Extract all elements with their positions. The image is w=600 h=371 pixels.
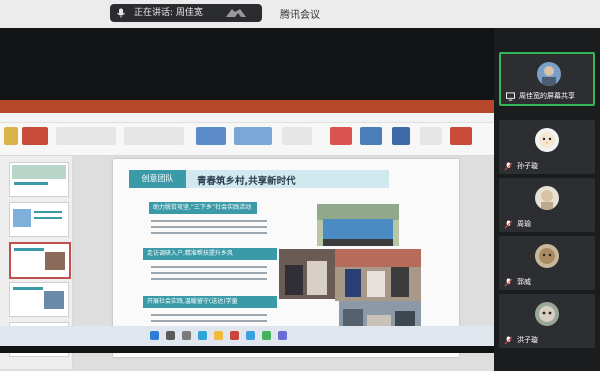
meeting-titlebar: 正在讲话: 周佳宽 腾讯会议 (0, 0, 600, 28)
explorer-icon[interactable] (214, 331, 223, 340)
stage-bottom (0, 346, 494, 353)
slide-text-line (151, 314, 267, 316)
photo-group (317, 204, 399, 246)
avatar (535, 186, 559, 210)
slide-tab-label: 创意团队 (129, 170, 186, 188)
participants-panel: 周佳宽的屏幕共享 孙子璇 周瑜 郭威 洪子璇 (494, 28, 600, 353)
participant-tile[interactable]: 周瑜 (499, 178, 595, 232)
thumbnail-slide[interactable] (9, 202, 69, 237)
slide-heading: 青春筑乡村,共享新时代 (197, 176, 296, 187)
thumbnail-slide-selected[interactable] (9, 242, 71, 279)
quick-styles-icon[interactable] (282, 127, 312, 145)
muted-microphone-icon (504, 278, 513, 287)
slide-text-line (151, 226, 267, 228)
shared-screen: 创意团队 青春筑乡村,共享新时代 助力脱贫攻坚,“三下乡”社会实践活动 走访调研… (0, 28, 494, 371)
meeting-title: 腾讯会议 (280, 10, 320, 21)
design-ideas-icon[interactable] (330, 127, 352, 145)
avatar (535, 128, 559, 152)
share-icon[interactable] (450, 127, 472, 145)
new-slide-icon[interactable] (22, 127, 48, 145)
thumbnail-slide[interactable] (9, 162, 69, 197)
editing-icon[interactable] (360, 127, 382, 145)
wechat-icon[interactable] (262, 331, 271, 340)
font-controls[interactable] (56, 127, 116, 145)
participant-name: 郭威 (517, 278, 531, 286)
paragraph-controls[interactable] (124, 127, 184, 145)
voice-icon[interactable] (420, 127, 442, 145)
powerpoint-icon[interactable] (230, 331, 239, 340)
slide-text-line (151, 320, 267, 322)
participant-name: 周瑜 (517, 220, 531, 228)
avatar (535, 302, 559, 326)
participant-tile[interactable]: 郭威 (499, 236, 595, 290)
screen-share-icon (506, 92, 515, 101)
participant-tile[interactable]: 孙子璇 (499, 120, 595, 174)
start-icon[interactable] (150, 331, 159, 340)
ppt-titlebar (0, 100, 494, 113)
slide-bar-1: 助力脱贫攻坚,“三下乡”社会实践活动 (149, 202, 257, 214)
muted-microphone-icon (504, 336, 513, 345)
windows-taskbar (0, 326, 494, 346)
participant-name: 洪子璇 (517, 336, 538, 344)
edge-icon[interactable] (198, 331, 207, 340)
dictate-icon[interactable] (392, 127, 410, 145)
slide-text-line (151, 278, 267, 280)
ribbon-toolbar (0, 123, 494, 156)
participant-tile-screen-share[interactable]: 周佳宽的屏幕共享 (499, 52, 595, 106)
photo-visit (335, 249, 421, 301)
app-icon[interactable] (278, 331, 287, 340)
ribbon-tabs (0, 113, 494, 123)
slide-text-line (151, 272, 267, 274)
avatar (537, 62, 561, 86)
muted-microphone-icon (504, 162, 513, 171)
slide-text-line (151, 220, 267, 222)
task-view-icon[interactable] (182, 331, 191, 340)
participant-name: 孙子璇 (517, 162, 538, 170)
paste-icon[interactable] (4, 127, 18, 145)
meeting-app-icon[interactable] (246, 331, 255, 340)
participant-name: 周佳宽的屏幕共享 (519, 92, 575, 100)
muted-microphone-icon (504, 220, 513, 229)
slide-text-line (151, 266, 267, 268)
arrange-icon[interactable] (234, 127, 272, 145)
shapes-icon[interactable] (196, 127, 226, 145)
slide-text-line (151, 232, 267, 234)
slide-bar-3: 开展社会实践,温暖留守(送达)学童 (143, 296, 277, 308)
thumbnail-slide[interactable] (9, 282, 69, 317)
participant-tile[interactable]: 洪子璇 (499, 294, 595, 348)
slide-bar-2: 走访调研入户,精准帮扶提升乡风 (143, 248, 277, 260)
photo-indoor (279, 249, 335, 299)
avatar (535, 244, 559, 268)
search-icon[interactable] (166, 331, 175, 340)
